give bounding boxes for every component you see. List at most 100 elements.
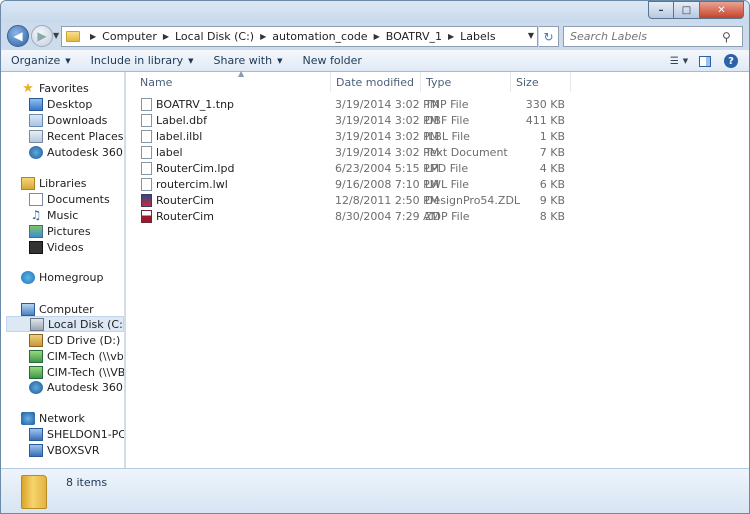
size-cell: 411 KB — [525, 113, 565, 127]
nav-item-label: Documents — [47, 192, 110, 206]
table-row[interactable]: RouterCim 12/8/2011 2:50 PM DesignPro54.ZD… — [126, 192, 749, 208]
table-row[interactable]: routercim.lwl 9/16/2008 7:10 PM LWL File 6 … — [126, 176, 749, 192]
help-button[interactable]: ? — [721, 52, 741, 70]
nav-item-documents[interactable]: Documents — [1, 191, 124, 207]
maximize-button[interactable]: □ — [674, 1, 700, 19]
documents-icon — [29, 192, 43, 206]
nav-homegroup[interactable]: Homegroup — [1, 269, 124, 285]
type-cell: TNP File — [425, 97, 469, 111]
breadcrumb-separator[interactable]: ▶ — [374, 32, 380, 41]
column-header-size[interactable]: Size — [511, 72, 571, 92]
nav-item-vboxsvr[interactable]: VBOXSVR — [1, 442, 124, 458]
breadcrumb-separator[interactable]: ▶ — [163, 32, 169, 41]
file-name-cell[interactable]: RouterCim — [141, 192, 329, 208]
size-cell: 6 KB — [539, 177, 565, 191]
address-dropdown[interactable]: ▼ — [528, 31, 534, 40]
nav-network[interactable]: Network — [1, 410, 124, 426]
search-box[interactable]: ⚲ — [563, 26, 743, 47]
star-icon: ★ — [22, 80, 34, 96]
date-modified-cell: 12/8/2011 2:50 PM — [335, 193, 440, 207]
nav-item-sheldon1-pc[interactable]: SHELDON1-PC — [1, 426, 124, 442]
date-modified-cell: 6/23/2004 5:15 PM — [335, 161, 440, 175]
nav-libraries[interactable]: Libraries — [1, 175, 124, 191]
network-drive-icon — [29, 365, 43, 379]
size-cell: 1 KB — [539, 129, 565, 143]
file-name: RouterCim — [156, 209, 214, 223]
file-name-cell[interactable]: RouterCim — [141, 208, 329, 224]
back-button[interactable]: ◀ — [7, 25, 29, 47]
computer-icon — [21, 302, 35, 316]
table-row[interactable]: BOATRV_1.tnp 3/19/2014 3:02 PM TNP File 330… — [126, 96, 749, 112]
nav-computer-label: Computer — [39, 302, 94, 316]
breadcrumb-automation-code[interactable]: automation_code — [272, 30, 367, 43]
nav-item-autodesk-360[interactable]: Autodesk 360 — [1, 144, 124, 160]
downloads-icon — [29, 113, 43, 127]
nav-libraries-label: Libraries — [39, 176, 87, 190]
size-cell: 9 KB — [539, 193, 565, 207]
share-with-menu[interactable]: Share with ▼ — [204, 54, 293, 67]
breadcrumb-boatrv[interactable]: BOATRV_1 — [386, 30, 442, 43]
nav-item-recent-places[interactable]: Recent Places — [1, 128, 124, 144]
change-view-button[interactable]: ☰ ▼ — [669, 52, 689, 70]
breadcrumb-local-disk[interactable]: Local Disk (C:) — [175, 30, 254, 43]
refresh-button[interactable]: ↻ — [539, 26, 559, 47]
nav-item-desktop[interactable]: Desktop — [1, 96, 124, 112]
column-header-name[interactable]: ▲ Name — [135, 69, 331, 92]
title-bar: – □ ✕ — [1, 1, 749, 23]
nav-item-music[interactable]: ♫ Music — [1, 207, 124, 223]
close-button[interactable]: ✕ — [700, 1, 744, 19]
organize-menu[interactable]: Organize ▼ — [1, 54, 81, 67]
breadcrumb-separator[interactable]: ▶ — [90, 32, 96, 41]
minimize-button[interactable]: – — [648, 1, 674, 19]
table-row[interactable]: RouterCim 8/30/2004 7:29 AM ZDP File 8 KB — [126, 208, 749, 224]
nav-item-cd-drive[interactable]: CD Drive (D:) Virtual — [1, 332, 124, 348]
command-bar: Organize ▼ Include in library ▼ Share with… — [1, 50, 749, 72]
preview-pane-button[interactable] — [695, 52, 715, 70]
search-input[interactable] — [564, 30, 722, 43]
file-name-cell[interactable]: routercim.lwl — [141, 176, 329, 192]
recent-pages-dropdown[interactable]: ▼ — [53, 31, 59, 40]
file-name-cell[interactable]: BOATRV_1.tnp — [141, 96, 329, 112]
nav-item-cim-tech-2[interactable]: CIM-Tech (\\VBOXS — [1, 364, 124, 380]
help-icon: ? — [724, 54, 738, 68]
computer-icon — [29, 443, 43, 457]
generic-file-icon — [141, 177, 152, 191]
file-name-cell[interactable]: label.ilbl — [141, 128, 329, 144]
breadcrumb-separator[interactable]: ▶ — [448, 32, 454, 41]
nav-favorites[interactable]: ★ Favorites — [1, 80, 124, 96]
nav-item-pictures[interactable]: Pictures — [1, 223, 124, 239]
date-modified-cell: 3/19/2014 3:02 PM — [335, 113, 440, 127]
breadcrumb-labels[interactable]: Labels — [460, 30, 495, 43]
column-header-date[interactable]: Date modified — [331, 72, 421, 92]
table-row[interactable]: label.ilbl 3/19/2014 3:02 PM ILBL File 1 KB — [126, 128, 749, 144]
nav-item-local-disk[interactable]: Local Disk (C:) — [6, 316, 124, 332]
new-folder-button[interactable]: New folder — [292, 54, 371, 67]
file-name-cell[interactable]: Label.dbf — [141, 112, 329, 128]
nav-item-cim-tech-1[interactable]: CIM-Tech (\\vboxsr — [1, 348, 124, 364]
search-icon[interactable]: ⚲ — [722, 30, 731, 44]
type-cell: LWL File — [425, 177, 470, 191]
column-header-type[interactable]: Type — [421, 72, 511, 92]
address-bar[interactable]: ▶ Computer ▶ Local Disk (C:) ▶ automatio… — [61, 26, 538, 47]
breadcrumb-separator[interactable]: ▶ — [260, 32, 266, 41]
file-name-cell[interactable]: label — [141, 144, 329, 160]
network-icon — [21, 411, 35, 425]
table-row[interactable]: Label.dbf 3/19/2014 3:02 PM DBF File 411 KB — [126, 112, 749, 128]
nav-computer[interactable]: Computer — [1, 301, 124, 317]
forward-button[interactable]: ▶ — [31, 25, 53, 47]
file-name-cell[interactable]: RouterCim.lpd — [141, 160, 329, 176]
navigation-pane: ★ Favorites Desktop Downloads Recent Plac… — [1, 72, 125, 468]
nav-item-autodesk-360-drive[interactable]: Autodesk 360 — [1, 379, 124, 395]
size-cell: 7 KB — [539, 145, 565, 159]
organize-label: Organize — [11, 54, 61, 67]
nav-item-videos[interactable]: Videos — [1, 239, 124, 255]
recent-places-icon — [29, 129, 43, 143]
nav-homegroup-label: Homegroup — [39, 270, 104, 284]
breadcrumb-computer[interactable]: Computer — [102, 30, 157, 43]
table-row[interactable]: label 3/19/2014 3:02 PM Text Document 7 KB — [126, 144, 749, 160]
include-in-library-menu[interactable]: Include in library ▼ — [81, 54, 204, 67]
nav-item-label: CD Drive (D:) Virtual — [47, 333, 124, 347]
file-name: routercim.lwl — [156, 177, 228, 191]
table-row[interactable]: RouterCim.lpd 6/23/2004 5:15 PM LPD File 4 … — [126, 160, 749, 176]
nav-item-downloads[interactable]: Downloads — [1, 112, 124, 128]
